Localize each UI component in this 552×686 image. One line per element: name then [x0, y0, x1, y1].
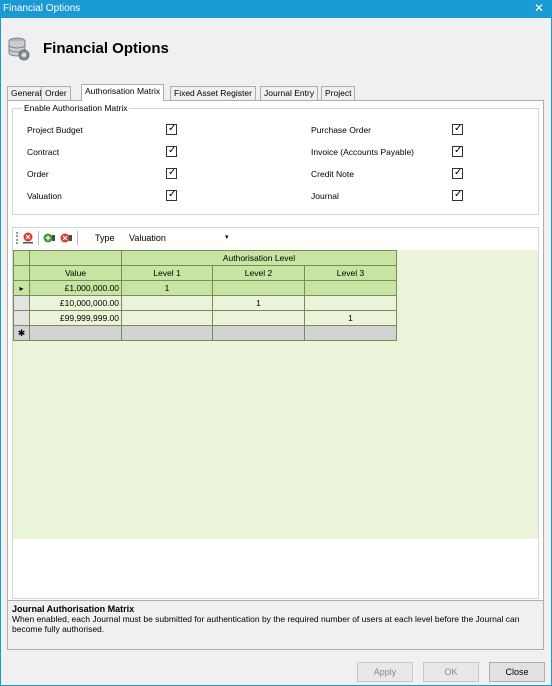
group-header-row: Authorisation Level — [13, 250, 397, 266]
option-label-journal: Journal — [311, 191, 339, 201]
new-row[interactable]: ✱ — [13, 325, 397, 341]
column-header-value[interactable]: Value — [29, 265, 122, 281]
checkbox-valuation[interactable]: ✓ — [166, 189, 177, 201]
blank-header — [29, 250, 122, 266]
help-title: Journal Authorisation Matrix — [12, 604, 135, 614]
new-cell[interactable] — [304, 325, 397, 341]
enable-authorisation-group: Enable Authorisation Matrix Project Budg… — [12, 103, 539, 215]
cell-level-2[interactable]: 1 — [212, 295, 305, 311]
authorisation-matrix-panel: Enable Authorisation Matrix Project Budg… — [7, 100, 544, 603]
apply-button[interactable]: Apply — [357, 662, 413, 682]
option-label-purchase-order: Purchase Order — [311, 125, 371, 135]
row-header[interactable] — [13, 295, 30, 311]
cell-level-2[interactable] — [212, 310, 305, 326]
new-cell[interactable] — [121, 325, 213, 341]
grid-toolbar: Type Valuation ▾ — [13, 228, 538, 248]
option-label-invoice: Invoice (Accounts Payable) — [311, 147, 414, 157]
remove-row-icon[interactable] — [60, 232, 72, 244]
cell-value[interactable]: £10,000,000.00 — [29, 295, 122, 311]
window-titlebar: Financial Options ✕ — [0, 0, 552, 18]
table-row[interactable]: ▸ £1,000,000.00 1 — [13, 280, 397, 296]
new-cell[interactable] — [212, 325, 305, 341]
row-selector-icon[interactable]: ▸ — [13, 280, 30, 296]
table-row[interactable]: £10,000,000.00 1 — [13, 295, 397, 311]
column-header-level-1[interactable]: Level 1 — [121, 265, 213, 281]
new-cell[interactable] — [29, 325, 122, 341]
window-title: Financial Options — [3, 3, 81, 14]
tab-general[interactable]: General — [7, 86, 46, 100]
dialog-header: Financial Options — [5, 34, 405, 64]
help-text: When enabled, each Journal must be submi… — [12, 614, 520, 634]
tab-fixed-asset-register[interactable]: Fixed Asset Register — [170, 86, 256, 100]
cell-value[interactable]: £1,000,000.00 — [29, 280, 122, 296]
chevron-down-icon[interactable]: ▾ — [225, 233, 229, 241]
help-panel: Journal Authorisation Matrix When enable… — [7, 600, 544, 650]
group-title: Enable Authorisation Matrix — [22, 103, 130, 113]
checkbox-order[interactable]: ✓ — [166, 167, 177, 179]
checkbox-credit-note[interactable]: ✓ — [452, 167, 463, 179]
authorisation-table: Authorisation Level Value Level 1 Level … — [13, 250, 397, 341]
option-label-project-budget: Project Budget — [27, 125, 83, 135]
toolbar-grip[interactable] — [16, 232, 18, 244]
option-label-valuation: Valuation — [27, 191, 62, 201]
close-icon[interactable]: ✕ — [534, 1, 544, 15]
table-row[interactable]: £99,999,999.00 1 — [13, 310, 397, 326]
cell-level-3[interactable] — [304, 280, 397, 296]
tab-authorisation-matrix[interactable]: Authorisation Matrix — [81, 84, 165, 101]
cell-level-1[interactable]: 1 — [121, 280, 213, 296]
row-header[interactable] — [13, 310, 30, 326]
cell-level-2[interactable] — [212, 280, 305, 296]
authorisation-grid: Authorisation Level Value Level 1 Level … — [13, 250, 538, 539]
type-label: Type — [95, 233, 115, 243]
column-header-level-2[interactable]: Level 2 — [212, 265, 305, 281]
corner-header — [13, 250, 30, 266]
database-gear-icon — [8, 37, 30, 61]
tab-project[interactable]: Project — [321, 86, 356, 100]
checkbox-invoice[interactable]: ✓ — [452, 145, 463, 157]
cell-level-3[interactable] — [304, 295, 397, 311]
cell-level-3[interactable]: 1 — [304, 310, 397, 326]
authorisation-level-header: Authorisation Level — [121, 250, 397, 266]
option-label-contract: Contract — [27, 147, 60, 157]
cell-level-1[interactable] — [121, 310, 213, 326]
column-header-level-3[interactable]: Level 3 — [304, 265, 397, 281]
tab-order[interactable]: Order — [41, 86, 71, 100]
page-title: Financial Options — [43, 40, 169, 57]
type-select[interactable]: Valuation — [129, 233, 166, 243]
dialog-frame: Financial Options General Order Authoris… — [0, 18, 552, 686]
new-row-icon[interactable]: ✱ — [13, 325, 30, 341]
tab-journal-entry[interactable]: Journal Entry — [260, 86, 319, 100]
toolbar-separator — [77, 231, 78, 245]
cell-value[interactable]: £99,999,999.00 — [29, 310, 122, 326]
corner-header — [13, 265, 30, 281]
delete-level-icon[interactable] — [22, 232, 34, 244]
checkbox-purchase-order[interactable]: ✓ — [452, 123, 463, 135]
option-label-order: Order — [27, 169, 49, 179]
authorisation-grid-container: Type Valuation ▾ Authorisation Level Val… — [12, 227, 539, 599]
checkbox-journal[interactable]: ✓ — [452, 189, 463, 201]
checkbox-project-budget[interactable]: ✓ — [166, 123, 177, 135]
column-header-row: Value Level 1 Level 2 Level 3 — [13, 265, 397, 281]
checkbox-contract[interactable]: ✓ — [166, 145, 177, 157]
add-row-icon[interactable] — [43, 232, 55, 244]
option-label-credit-note: Credit Note — [311, 169, 354, 179]
ok-button[interactable]: OK — [423, 662, 479, 682]
cell-level-1[interactable] — [121, 295, 213, 311]
toolbar-separator — [38, 231, 39, 245]
close-button[interactable]: Close — [489, 662, 545, 682]
